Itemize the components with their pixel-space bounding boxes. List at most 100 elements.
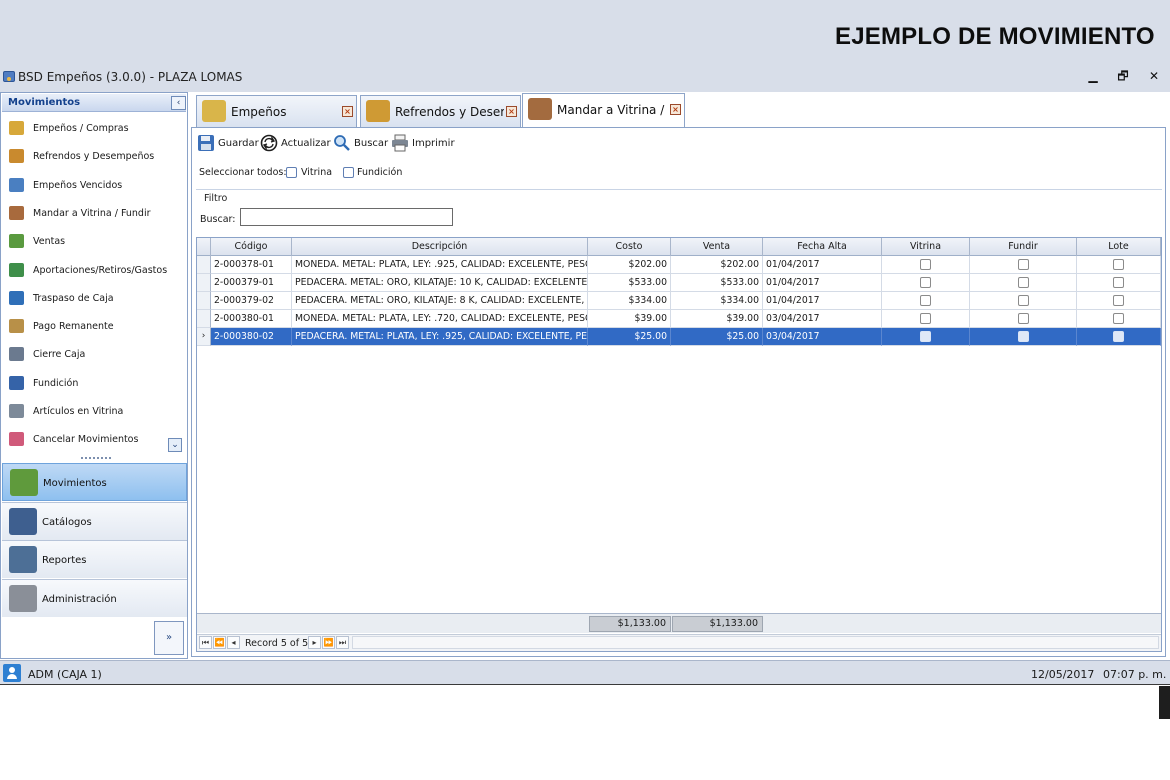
select-all-vitrina-checkbox[interactable]: [286, 167, 297, 178]
row-indicator[interactable]: [197, 292, 211, 310]
sidebar-item-coins[interactable]: Refrendos y Desempeños: [7, 145, 177, 167]
sidebar-header-title: Movimientos: [8, 97, 81, 108]
sidebar-splitter[interactable]: [81, 457, 111, 461]
sidebar-item-pawn[interactable]: Empeños / Compras: [7, 117, 177, 139]
tab-pawn[interactable]: Empeños ×: [196, 95, 357, 127]
column-header[interactable]: Venta: [671, 238, 763, 256]
vitrina-checkbox[interactable]: [920, 331, 931, 342]
vitrine-icon: [9, 404, 24, 418]
sidebar-item-showcase[interactable]: Mandar a Vitrina / Fundir: [7, 202, 177, 224]
fecha-cell: 01/04/2017: [763, 292, 882, 310]
nav-group-label: Catálogos: [42, 516, 92, 528]
descripcion-cell: PEDACERA. METAL: PLATA, LEY: .925, CALID…: [292, 328, 588, 346]
fecha-cell: 03/04/2017: [763, 310, 882, 328]
status-time: 07:07 p. m.: [1103, 668, 1167, 681]
printer-icon: [392, 134, 408, 152]
vitrina-checkbox[interactable]: [920, 313, 931, 324]
vitrina-checkbox[interactable]: [920, 277, 931, 288]
fundir-checkbox[interactable]: [1017, 313, 1029, 324]
showcase-tab-icon: [528, 98, 552, 120]
nav-group-movements[interactable]: Movimientos: [2, 463, 187, 501]
filter-search-input[interactable]: [240, 208, 453, 226]
sidebar-collapse-button[interactable]: ‹: [171, 96, 186, 110]
last-record-button[interactable]: ⏭: [336, 636, 349, 649]
fundir-checkbox[interactable]: [1017, 331, 1029, 342]
column-header[interactable]: Lote: [1077, 238, 1161, 256]
next-record-button[interactable]: ▸: [308, 636, 321, 649]
select-all-fundicion-label: Fundición: [357, 167, 403, 178]
next-page-button[interactable]: ⏩: [322, 636, 335, 649]
lote-cell: [1077, 310, 1161, 328]
print-label: Imprimir: [412, 138, 455, 149]
sidebar-scroll-down-button[interactable]: ⌄: [168, 438, 182, 452]
sidebar-item-register[interactable]: Cierre Caja: [7, 343, 177, 365]
nav-group-admin[interactable]: Administración: [2, 578, 187, 617]
lote-checkbox[interactable]: [1113, 277, 1124, 288]
row-indicator[interactable]: ›: [197, 328, 211, 346]
horizontal-scrollbar[interactable]: [352, 636, 1159, 649]
sidebar-item-expired[interactable]: Empeños Vencidos: [7, 174, 177, 196]
prev-page-button[interactable]: ⏪: [213, 636, 226, 649]
select-all-fundicion-checkbox[interactable]: [343, 167, 354, 178]
sidebar-item-label: Aportaciones/Retiros/Gastos: [33, 264, 168, 276]
sidebar: Movimientos ‹ Empeños / Compras Refrendos…: [0, 92, 188, 659]
lote-cell: [1077, 256, 1161, 274]
column-header[interactable]: Costo: [588, 238, 671, 256]
table-row[interactable]: › 2-000380-02 PEDACERA. METAL: PLATA, LEY:…: [197, 328, 1161, 346]
vitrina-checkbox[interactable]: [920, 259, 931, 270]
row-indicator[interactable]: [197, 256, 211, 274]
sidebar-item-label: Pago Remanente: [33, 321, 114, 333]
table-row[interactable]: 2-000379-01 PEDACERA. METAL: ORO, KILATAJ…: [197, 274, 1161, 292]
tab-close-icon[interactable]: ×: [670, 104, 681, 115]
sidebar-item-vitrine[interactable]: Artículos en Vitrina: [7, 400, 177, 422]
fundir-cell: [970, 292, 1077, 310]
nav-group-reports[interactable]: Reportes: [2, 540, 187, 578]
vitrina-checkbox[interactable]: [920, 295, 931, 306]
prev-record-button[interactable]: ◂: [227, 636, 240, 649]
column-header[interactable]: Fecha Alta: [763, 238, 882, 256]
lote-checkbox[interactable]: [1113, 259, 1124, 270]
lote-checkbox[interactable]: [1113, 313, 1124, 324]
fundir-checkbox[interactable]: [1017, 259, 1029, 270]
fundir-checkbox[interactable]: [1017, 295, 1029, 306]
column-header[interactable]: Vitrina: [882, 238, 970, 256]
sidebar-item-cancel[interactable]: Cancelar Movimientos: [7, 428, 177, 450]
nav-group-label: Administración: [42, 593, 117, 605]
first-record-button[interactable]: ⏮: [199, 636, 212, 649]
fundir-checkbox[interactable]: [1017, 277, 1029, 288]
table-row[interactable]: 2-000379-02 PEDACERA. METAL: ORO, KILATAJ…: [197, 292, 1161, 310]
row-indicator[interactable]: [197, 274, 211, 292]
nav-group-catalog[interactable]: Catálogos: [2, 501, 187, 540]
row-indicator[interactable]: [197, 310, 211, 328]
column-header[interactable]: Descripción: [292, 238, 588, 256]
sales-icon: [9, 234, 24, 249]
sidebar-item-melt[interactable]: Fundición: [7, 372, 177, 394]
vitrina-cell: [882, 292, 970, 310]
sidebar-item-transfer[interactable]: Traspaso de Caja: [7, 287, 177, 309]
column-header[interactable]: Fundir: [970, 238, 1077, 256]
tab-coins[interactable]: Refrendos y Desempe×: [360, 95, 521, 127]
filter-search-label: Buscar:: [200, 214, 236, 225]
restore-button[interactable]: 🗗: [1115, 68, 1131, 84]
tab-close-icon[interactable]: ×: [506, 106, 517, 117]
tab-close-icon[interactable]: ×: [342, 106, 353, 117]
app-icon: [3, 71, 15, 82]
sidebar-item-money[interactable]: Aportaciones/Retiros/Gastos: [7, 259, 177, 281]
lote-checkbox[interactable]: [1113, 331, 1124, 342]
tab-showcase[interactable]: Mandar a Vitrina / Fun×: [522, 93, 685, 128]
costo-cell: $25.00: [588, 328, 671, 346]
vitrina-cell: [882, 328, 970, 346]
nav-pane-expand-button[interactable]: »: [154, 621, 184, 655]
status-user: ADM (CAJA 1): [28, 668, 102, 681]
nav-group-label: Reportes: [42, 555, 87, 566]
edge-block: [1159, 686, 1170, 719]
table-row[interactable]: 2-000378-01 MONEDA. METAL: PLATA, LEY: .9…: [197, 256, 1161, 274]
column-header[interactable]: Código: [211, 238, 292, 256]
lote-checkbox[interactable]: [1113, 295, 1124, 306]
close-button[interactable]: ✕: [1146, 68, 1162, 84]
sidebar-item-sales[interactable]: Ventas: [7, 230, 177, 252]
minimize-button[interactable]: ▁: [1085, 68, 1101, 84]
tab-label: Mandar a Vitrina / Fun: [557, 103, 668, 117]
table-row[interactable]: 2-000380-01 MONEDA. METAL: PLATA, LEY: .7…: [197, 310, 1161, 328]
sidebar-item-payment[interactable]: Pago Remanente: [7, 315, 177, 337]
